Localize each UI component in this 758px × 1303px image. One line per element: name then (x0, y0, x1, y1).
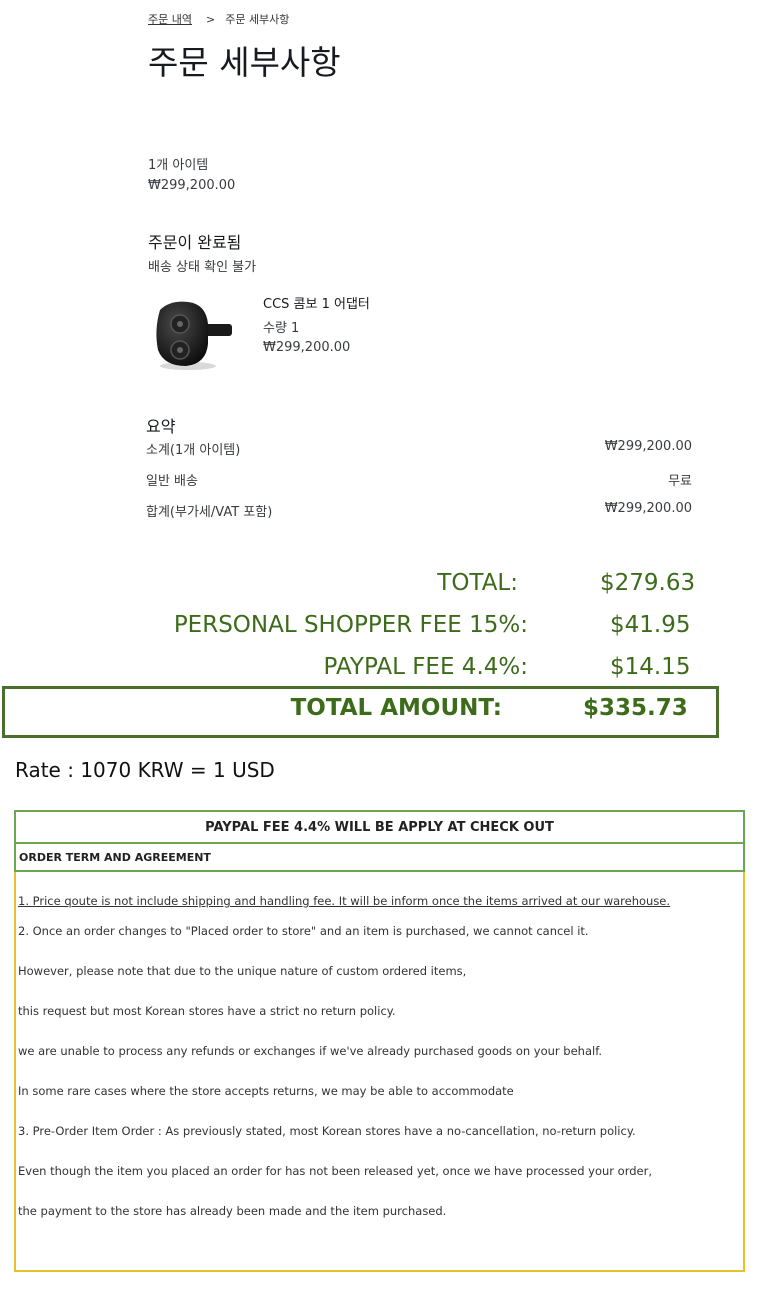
page-title: 주문 세부사항 (148, 43, 341, 82)
terms-header: PAYPAL FEE 4.4% WILL BE APPLY AT CHECK O… (14, 810, 745, 842)
term-line: the payment to the store has already bee… (18, 1204, 447, 1218)
breadcrumb-current: 주문 세부사항 (225, 13, 290, 26)
term-line: Even though the item you placed an order… (18, 1164, 652, 1178)
summary-title: 요약 (146, 417, 176, 436)
term-line: 1. Price qoute is not include shipping a… (18, 894, 671, 908)
term-line: this request but most Korean stores have… (18, 1004, 396, 1018)
product-quantity: 수량 1 (263, 321, 300, 336)
total-amount-label: TOTAL AMOUNT: (290, 695, 502, 721)
terms-subheader: ORDER TERM AND AGREEMENT (14, 842, 745, 872)
ccs-adapter-image (150, 296, 235, 372)
summary-subtotal-label: 소계(1개 아이템) (146, 443, 241, 458)
term-line: we are unable to process any refunds or … (18, 1044, 603, 1058)
order-status-title: 주문이 완료됨 (148, 233, 242, 252)
fee-paypal-label: PAYPAL FEE 4.4%: (323, 654, 528, 680)
exchange-rate: Rate : 1070 KRW = 1 USD (15, 758, 275, 782)
terms-box (14, 810, 745, 1272)
total-amount-value: $335.73 (583, 695, 688, 721)
product-price: ₩299,200.00 (263, 340, 351, 355)
summary-shipping-value: 무료 (668, 474, 692, 489)
term-line: 3. Pre-Order Item Order : As previously … (18, 1124, 636, 1138)
product-name: CCS 콤보 1 어댑터 (263, 297, 370, 312)
breadcrumb: 주문 내역 > 주문 세부사항 (148, 11, 289, 27)
breadcrumb-separator: > (205, 13, 216, 26)
fee-paypal-value: $14.15 (610, 654, 691, 680)
order-price: ₩299,200.00 (148, 178, 236, 193)
summary-shipping-label: 일반 배송 (146, 474, 198, 489)
term-line: However, please note that due to the uni… (18, 964, 467, 978)
fee-shopper-label: PERSONAL SHOPPER FEE 15%: (173, 612, 528, 638)
order-status-subtitle: 배송 상태 확인 불가 (148, 260, 257, 275)
term-line: 2. Once an order changes to "Placed orde… (18, 924, 589, 938)
term-line: In some rare cases where the store accep… (18, 1084, 514, 1098)
fee-total-value: $279.63 (600, 570, 696, 596)
fee-shopper-value: $41.95 (610, 612, 691, 638)
summary-total-label: 합계(부가세/VAT 포함) (146, 505, 273, 520)
order-item-count: 1개 아이템 (148, 158, 209, 173)
breadcrumb-order-history-link[interactable]: 주문 내역 (148, 13, 192, 26)
fee-total-label: TOTAL: (437, 570, 518, 596)
summary-total-value: ₩299,200.00 (604, 501, 692, 516)
summary-subtotal-value: ₩299,200.00 (604, 439, 692, 454)
